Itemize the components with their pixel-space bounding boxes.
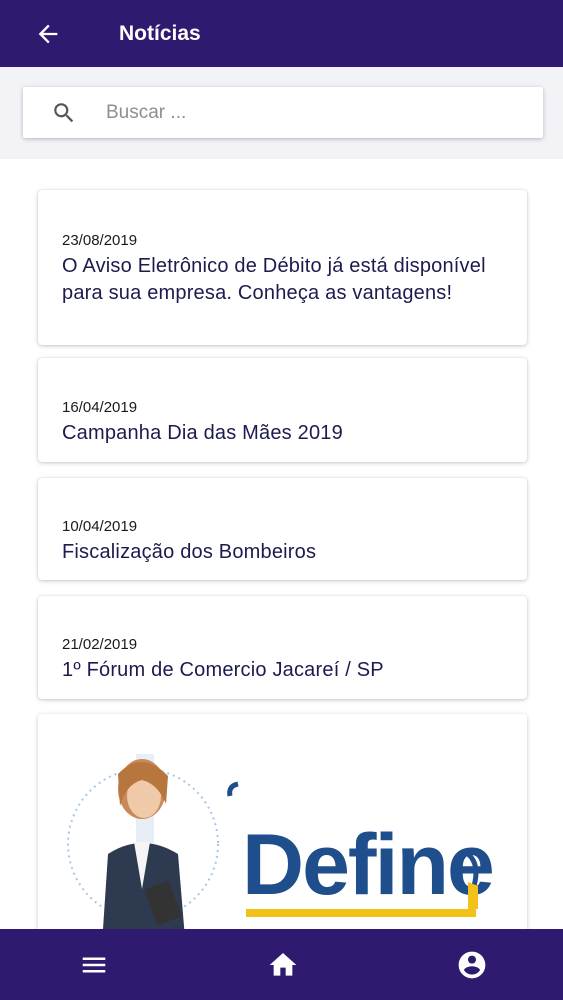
news-card[interactable]: 23/08/2019 O Aviso Eletrônico de Débito … (38, 190, 527, 345)
news-card[interactable]: 21/02/2019 1º Fórum de Comercio Jacareí … (38, 596, 527, 699)
news-list: 23/08/2019 O Aviso Eletrônico de Débito … (0, 159, 563, 929)
define-logo: Define (227, 781, 495, 917)
news-date: 10/04/2019 (62, 518, 138, 535)
menu-button[interactable] (54, 929, 134, 1000)
news-card[interactable]: 16/04/2019 Campanha Dia das Mães 2019 (38, 358, 527, 462)
news-date: 16/04/2019 (62, 399, 138, 416)
account-button[interactable] (432, 929, 512, 1000)
person-photo (103, 754, 185, 929)
home-icon (269, 952, 297, 976)
svg-text:Define: Define (242, 817, 493, 913)
news-date: 23/08/2019 (62, 232, 138, 249)
news-title: 1º Fórum de Comercio Jacareí / SP (62, 659, 384, 681)
menu-icon (82, 957, 106, 972)
search-area (0, 67, 563, 159)
search-icon[interactable] (49, 98, 79, 128)
news-date: 21/02/2019 (62, 636, 138, 653)
home-button[interactable] (243, 929, 323, 1000)
bottom-nav (0, 929, 563, 1000)
news-title: Campanha Dia das Mães 2019 (62, 422, 343, 444)
back-button[interactable] (20, 0, 76, 67)
banner-card[interactable]: Define (38, 714, 527, 929)
app-bar: Notícias (0, 0, 563, 67)
banner-image: Define (67, 754, 495, 929)
news-title: O Aviso Eletrônico de Débito já está dis… (62, 255, 486, 304)
search-input[interactable] (106, 101, 506, 124)
news-card[interactable]: 10/04/2019 Fiscalização dos Bombeiros (38, 478, 527, 580)
account-circle-icon (458, 951, 486, 978)
page-title: Notícias (119, 21, 201, 45)
arrow-left-icon (38, 24, 58, 43)
search-bar[interactable] (23, 87, 543, 138)
news-title: Fiscalização dos Bombeiros (62, 541, 317, 563)
